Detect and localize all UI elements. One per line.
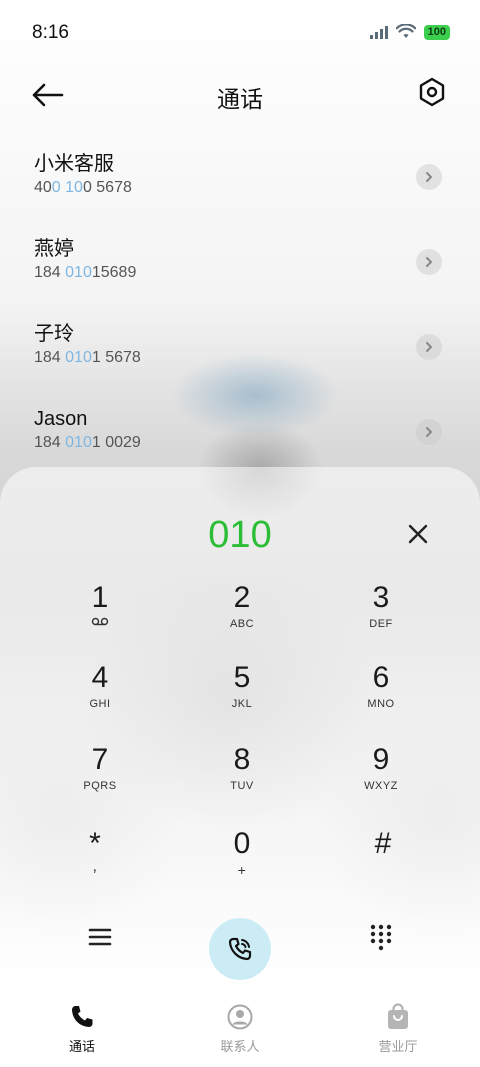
key-digit: 9 — [372, 743, 390, 776]
key-digit: 1 — [91, 581, 109, 614]
key-letters: TUV — [230, 780, 254, 792]
list-item[interactable]: 小米客服 400 100 5678 — [0, 138, 480, 223]
phone-call-icon — [228, 937, 252, 961]
page-title: 通话 — [217, 86, 263, 112]
chevron-right-icon[interactable] — [416, 164, 442, 190]
tab-store[interactable]: 营业厅 — [338, 1002, 458, 1055]
dialer-actions — [0, 915, 480, 985]
status-icons: 100 — [369, 24, 450, 40]
key-9[interactable]: 9 WXYZ — [321, 742, 441, 812]
contact-number: 184 01015689 — [34, 264, 137, 281]
key-letters: MNO — [367, 698, 395, 710]
call-button[interactable] — [209, 918, 271, 980]
tab-label: 联系人 — [220, 1039, 260, 1054]
contact-name: 子玲 — [34, 323, 74, 345]
contact-list: 小米客服 400 100 5678 燕婷 184 01015689 子玲 184… — [0, 138, 480, 478]
tab-contacts[interactable]: 联系人 — [180, 1002, 300, 1055]
key-letters: DEF — [369, 618, 393, 630]
key-3[interactable]: 3 DEF — [321, 580, 441, 650]
list-item[interactable]: Jason 184 0101 0029 — [0, 393, 480, 478]
chevron-right-icon[interactable] — [416, 419, 442, 445]
key-star[interactable]: * , — [35, 826, 155, 896]
header: 通话 — [0, 68, 480, 124]
clear-button[interactable] — [404, 520, 432, 548]
dialpad-icon — [370, 924, 392, 951]
contact-number: 184 0101 5678 — [34, 349, 141, 366]
key-digit: 5 — [233, 661, 251, 694]
key-letters: GHI — [89, 698, 111, 710]
chevron-right-icon[interactable] — [416, 249, 442, 275]
menu-button[interactable] — [86, 923, 114, 951]
key-letters: + — [237, 862, 247, 878]
tab-bar: 通话 联系人 营业厅 — [0, 990, 480, 1067]
phone-icon — [22, 1002, 142, 1032]
status-bar: 8:16 100 — [0, 0, 480, 68]
key-digit: # — [374, 827, 392, 860]
key-letters: PQRS — [83, 780, 117, 792]
status-time: 8:16 — [32, 22, 69, 43]
key-letters: WXYZ — [364, 780, 398, 792]
key-digit: 6 — [372, 661, 390, 694]
contact-name: 小米客服 — [34, 153, 114, 175]
contact-name: 燕婷 — [34, 238, 74, 260]
contact-icon — [180, 1002, 300, 1032]
close-icon — [408, 524, 428, 544]
key-0[interactable]: 0 + — [182, 826, 302, 896]
key-8[interactable]: 8 TUV — [182, 742, 302, 812]
tab-calls[interactable]: 通话 — [22, 1002, 142, 1055]
key-digit: 4 — [91, 661, 109, 694]
key-4[interactable]: 4 GHI — [40, 660, 160, 730]
key-2[interactable]: 2 ABC — [182, 580, 302, 650]
key-letters: JKL — [231, 698, 253, 710]
signal-icon — [369, 25, 388, 39]
key-digit: 7 — [91, 743, 109, 776]
key-letters: ABC — [229, 618, 255, 630]
key-1[interactable]: 1 — [40, 580, 160, 650]
shopping-bag-icon — [338, 1002, 458, 1032]
settings-hexagon-icon — [419, 77, 445, 107]
chevron-right-icon[interactable] — [416, 334, 442, 360]
key-digit: 3 — [372, 581, 390, 614]
list-item[interactable]: 子玲 184 0101 5678 — [0, 308, 480, 393]
key-5[interactable]: 5 JKL — [182, 660, 302, 730]
contact-name: Jason — [34, 408, 88, 430]
battery-icon: 100 — [423, 24, 450, 40]
contact-number: 400 100 5678 — [34, 179, 132, 196]
key-digit: 8 — [233, 743, 251, 776]
voicemail-icon — [40, 616, 160, 632]
contact-number: 184 0101 0029 — [34, 434, 141, 451]
key-digit: * — [89, 827, 101, 860]
wifi-icon — [395, 24, 416, 40]
key-letters: , — [92, 858, 98, 875]
key-hash[interactable]: # — [323, 826, 443, 896]
list-item[interactable]: 燕婷 184 01015689 — [0, 223, 480, 308]
menu-icon — [88, 928, 112, 946]
tab-label: 通话 — [68, 1039, 95, 1054]
key-6[interactable]: 6 MNO — [321, 660, 441, 730]
keypad-toggle-button[interactable] — [368, 923, 394, 951]
key-7[interactable]: 7 PQRS — [40, 742, 160, 812]
tab-label: 营业厅 — [378, 1039, 418, 1054]
key-digit: 2 — [233, 581, 251, 614]
settings-button[interactable] — [416, 76, 448, 108]
key-digit: 0 — [233, 827, 251, 860]
